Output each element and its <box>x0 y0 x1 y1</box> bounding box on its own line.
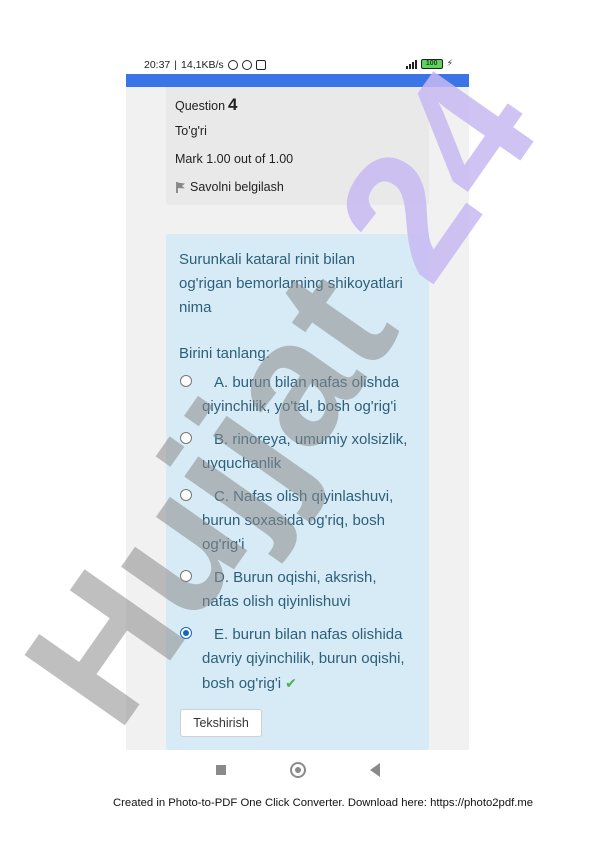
signal-icon <box>405 59 417 69</box>
answer-option-text: E. burun bilan nafas olishida davriy qiy… <box>202 626 405 692</box>
answer-option-d[interactable]: D. Burun oqishi, aksrish, nafas olish qi… <box>180 566 410 614</box>
flag-icon <box>176 182 185 193</box>
status-separator: | <box>174 59 178 71</box>
answer-option-e[interactable]: E. burun bilan nafas olishida davriy qiy… <box>180 623 410 696</box>
instagram-icon <box>255 60 266 70</box>
status-speed: 14,1KB/s <box>181 59 224 71</box>
answer-prompt: Birini tanlang: <box>179 345 270 362</box>
home-icon[interactable] <box>290 762 306 778</box>
footer-credit: Created in Photo-to-PDF One Click Conver… <box>113 797 534 809</box>
question-mark: Mark 1.00 out of 1.00 <box>175 152 294 166</box>
answer-option-c[interactable]: C. Nafas olish qiyinlashuvi, burun soxas… <box>180 485 410 557</box>
question-state: To'g'ri <box>175 124 207 138</box>
answer-option-text: A. burun bilan nafas olishda qiyinchilik… <box>202 374 400 415</box>
radio-button-e[interactable] <box>180 627 192 639</box>
question-number: 4 <box>228 95 238 114</box>
page-content[interactable]: Question 4 To'g'ri Mark 1.00 out of 1.00… <box>126 87 469 750</box>
answer-option-b[interactable]: B. rinoreya, umumiy xolsizlik, uyquchanl… <box>180 428 410 476</box>
status-right: 100 ⚡ <box>405 58 453 69</box>
app-header-bar <box>126 74 469 87</box>
answer-option-text: C. Nafas olish qiyinlashuvi, burun soxas… <box>202 488 394 553</box>
back-icon[interactable] <box>370 763 380 777</box>
battery-level: 100 <box>425 60 438 67</box>
answer-option-text: B. rinoreya, umumiy xolsizlik, uyquchanl… <box>202 431 408 472</box>
alarm-icon <box>227 60 238 70</box>
answer-option-text: D. Burun oqishi, aksrish, nafas olish qi… <box>202 569 377 610</box>
recent-apps-icon[interactable] <box>216 765 226 775</box>
flag-question-link[interactable]: Savolni belgilash <box>175 180 284 194</box>
status-left: 20:37 | 14,1KB/s <box>144 59 266 71</box>
correct-check-icon: ✔ <box>285 675 297 691</box>
check-button[interactable]: Tekshirish <box>180 709 262 737</box>
question-card: Surunkali kataral rinit bilan og'rigan b… <box>166 234 429 750</box>
charging-icon: ⚡ <box>446 58 453 68</box>
radio-button-a[interactable] <box>180 375 192 387</box>
question-label: Question <box>175 99 226 113</box>
radio-button-b[interactable] <box>180 432 192 444</box>
flag-label: Savolni belgilash <box>190 180 284 194</box>
question-text: Surunkali kataral rinit bilan og'rigan b… <box>179 251 403 316</box>
radio-button-c[interactable] <box>180 489 192 501</box>
location-icon <box>241 60 252 70</box>
status-time: 20:37 <box>144 59 171 71</box>
radio-button-d[interactable] <box>180 570 192 582</box>
status-bar: 20:37 | 14,1KB/s 100 ⚡ <box>126 54 469 74</box>
question-info-panel: Question 4 To'g'ri Mark 1.00 out of 1.00… <box>166 87 429 205</box>
answer-option-a[interactable]: A. burun bilan nafas olishda qiyinchilik… <box>180 371 410 419</box>
battery-icon: 100 <box>420 58 443 69</box>
phone-screen: 20:37 | 14,1KB/s 100 ⚡ Question 4 To'g'r… <box>126 54 469 790</box>
answer-option-text-wrap: E. burun bilan nafas olishida davriy qiy… <box>180 623 410 696</box>
android-nav-bar <box>126 750 469 790</box>
question-title: Question 4 <box>175 95 238 115</box>
